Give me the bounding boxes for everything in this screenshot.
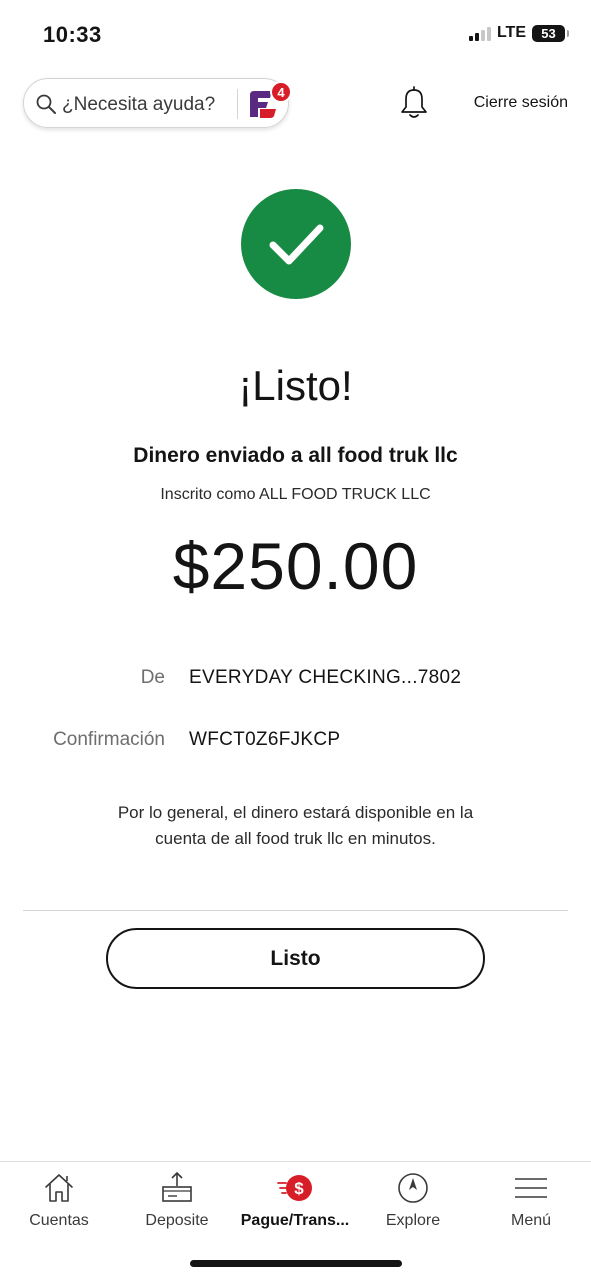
svg-text:$: $ xyxy=(294,1179,304,1198)
note-line-2: cuenta de all food truk llc en minutos. xyxy=(155,829,436,848)
status-bar: 10:33 LTE 53 xyxy=(0,0,591,70)
nav-label: Deposite xyxy=(145,1212,209,1229)
nav-item-deposit[interactable]: Deposite xyxy=(118,1162,236,1252)
help-search-bar[interactable]: ¿Necesita ayuda? 4 xyxy=(23,78,292,128)
nav-item-pay-transfer[interactable]: $ Pague/Trans... xyxy=(236,1162,354,1252)
battery-level: 53 xyxy=(541,25,556,41)
status-time: 10:33 xyxy=(43,22,102,47)
confirmation-number: WFCT0Z6FJKCP xyxy=(189,729,341,750)
signout-link[interactable]: Cierre sesión xyxy=(474,94,568,112)
nav-label: Pague/Trans... xyxy=(240,1212,350,1229)
network-label: LTE xyxy=(496,24,526,41)
confirmation-label: Confirmación xyxy=(53,729,165,750)
nav-item-menu[interactable]: Menú xyxy=(472,1162,590,1252)
bell-icon[interactable] xyxy=(399,86,429,120)
recipient-summary: Dinero enviado a all food truk llc xyxy=(133,444,458,467)
pill-divider xyxy=(237,89,238,119)
nav-label: Cuentas xyxy=(29,1212,89,1229)
deposit-icon xyxy=(162,1172,192,1202)
page-title: ¡Listo! xyxy=(238,362,353,409)
signal-strength-icon xyxy=(468,25,491,41)
nav-item-accounts[interactable]: Cuentas xyxy=(0,1162,118,1252)
done-button[interactable]: Listo xyxy=(106,928,485,989)
search-icon xyxy=(36,94,56,114)
note-line-1: Por lo general, el dinero estará disponi… xyxy=(117,803,474,822)
status-indicators: LTE 53 xyxy=(468,24,569,42)
from-label: De xyxy=(140,667,165,688)
compass-icon xyxy=(398,1173,428,1203)
search-placeholder: ¿Necesita ayuda? xyxy=(62,94,216,115)
home-indicator[interactable] xyxy=(190,1260,402,1267)
pay-transfer-icon: $ xyxy=(277,1175,312,1201)
from-account-value: EVERYDAY CHECKING...7802 xyxy=(189,667,462,688)
nav-item-explore[interactable]: Explore xyxy=(354,1162,472,1252)
recipient-enrolled-name: Inscrito como ALL FOOD TRUCK LLC xyxy=(160,486,431,503)
success-checkmark-icon xyxy=(241,189,351,299)
nav-label: Explore xyxy=(385,1212,441,1229)
notification-badge: 4 xyxy=(270,81,292,103)
nav-label: Menú xyxy=(510,1212,552,1229)
battery-icon: 53 xyxy=(532,24,569,42)
home-icon xyxy=(45,1174,73,1202)
availability-note: Por lo general, el dinero estará disponi… xyxy=(0,800,591,852)
section-divider xyxy=(23,910,568,911)
menu-icon xyxy=(515,1178,547,1198)
transfer-amount: $250.00 xyxy=(172,529,419,603)
